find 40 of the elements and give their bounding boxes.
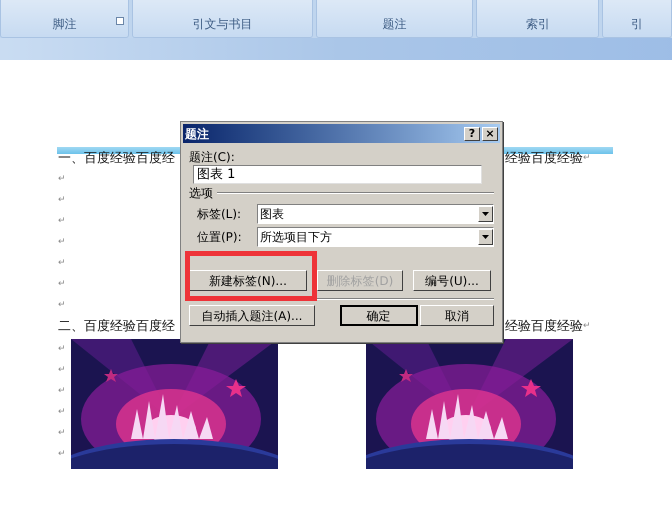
help-button[interactable]: ? [464,126,480,140]
launcher-icon[interactable] [116,17,124,25]
group-label: 引文与书目 [192,16,253,33]
group-label: 索引 [526,16,550,33]
paragraph-mark: ↵ [583,152,591,165]
caption-field[interactable]: 图表 1 [193,165,482,184]
document-text: 经验百度经验 [505,150,583,168]
paragraph-mark: ↵ [58,406,66,419]
dialog-button[interactable]: 编号(U)... [413,270,491,291]
paragraph-mark: ↵ [58,278,66,291]
paragraph-mark: ↵ [58,384,66,398]
group-label: 题注 [382,16,407,33]
paragraph-mark: ↵ [58,256,66,270]
paragraph-mark: ↵ [583,320,591,333]
dialog-button[interactable]: 自动插入题注(A)... [189,305,315,326]
field-label: 位置(P): [197,229,243,246]
window-title: 题注 [185,126,210,142]
paragraph-mark: ↵ [58,426,66,440]
document-text: 二、百度经验百度经 [58,318,175,336]
dialog-button[interactable]: 取消 [420,305,494,326]
close-button[interactable]: × [482,126,498,140]
group-label: 引 [631,16,644,33]
paragraph-mark: ↵ [58,364,66,377]
group-label: 脚注 [52,16,77,33]
paragraph-mark: ↵ [58,342,66,356]
field-label: 题注(C): [189,149,236,165]
document-text: 经验百度经验 [505,318,583,336]
paragraph-mark: ↵ [58,172,66,186]
field-label: 标签(L): [197,206,242,223]
document-text: 一、百度经验百度经 [58,150,175,168]
dropdown-field[interactable]: 图表 [257,204,494,224]
paragraph-mark: ↵ [58,298,66,312]
paragraph-mark: ↵ [58,214,66,228]
paragraph-mark: ↵ [58,448,66,461]
paragraph-mark: ↵ [58,194,66,207]
section-label: 选项 [189,185,213,202]
dialog-button[interactable]: 确定 [340,305,418,326]
dialog-button[interactable]: 新建标签(N)... [189,270,307,291]
paragraph-mark: ↵ [58,236,66,249]
dropdown-field[interactable]: 所选项目下方 [257,227,494,247]
